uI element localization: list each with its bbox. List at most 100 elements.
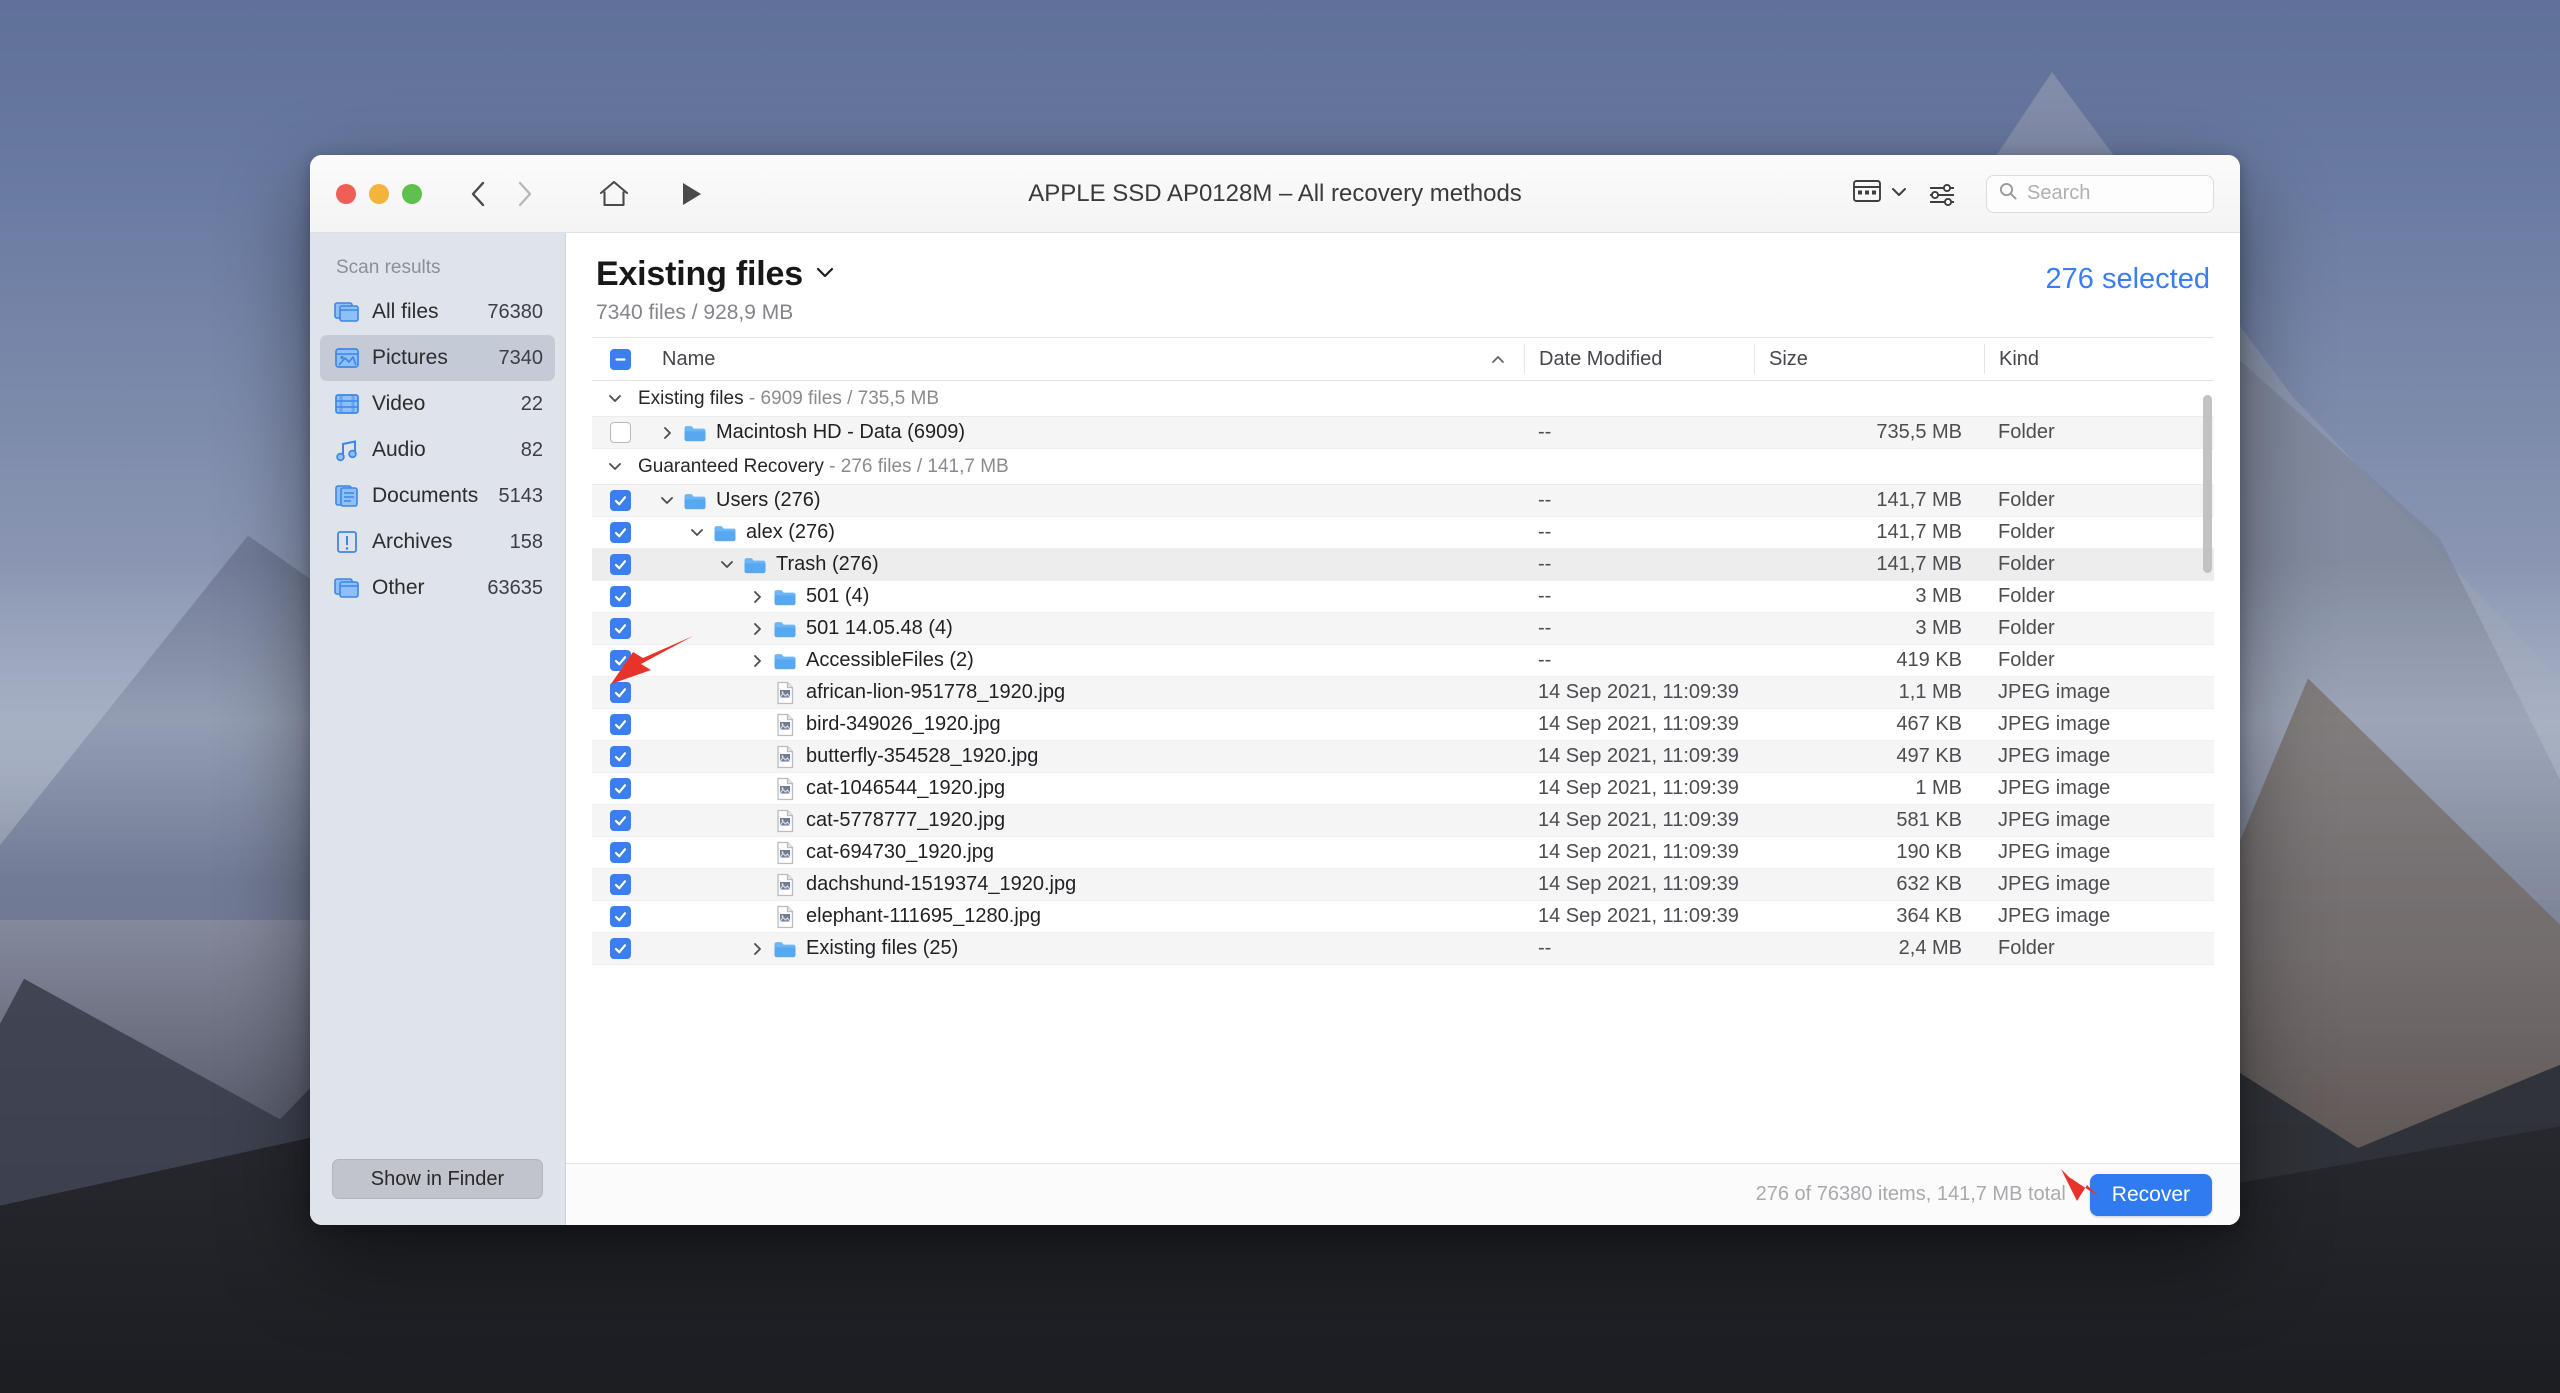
sidebar-title: Scan results <box>336 257 441 278</box>
table-row[interactable]: Macintosh HD - Data (6909) -- 735,5 MB Fold… <box>592 417 2214 449</box>
row-checkbox[interactable] <box>609 938 631 959</box>
table-row[interactable]: african-lion-951778_1920.jpg 14 Sep 2021,… <box>592 677 2214 709</box>
jpeg-file-icon <box>775 905 795 929</box>
sidebar-item-label: Other <box>372 576 425 599</box>
row-checkbox[interactable] <box>609 906 631 927</box>
table-group-header[interactable]: Guaranteed Recovery - 276 files / 141,7 … <box>592 449 2214 485</box>
twisty-collapsed-icon[interactable] <box>654 425 680 441</box>
row-checkbox[interactable] <box>609 490 631 511</box>
table-row[interactable]: cat-694730_1920.jpg 14 Sep 2021, 11:09:39… <box>592 837 2214 869</box>
sidebar-item-count: 5143 <box>498 484 544 507</box>
sidebar-item-count: 22 <box>520 392 543 415</box>
minimize-button[interactable] <box>369 183 389 204</box>
row-checkbox[interactable] <box>609 778 631 799</box>
table-row[interactable]: cat-1046544_1920.jpg 14 Sep 2021, 11:09:3… <box>592 773 2214 805</box>
row-checkbox[interactable] <box>609 650 631 671</box>
table-row[interactable]: 501 (4) -- 3 MB Folder <box>592 581 2214 613</box>
sidebar-item-other[interactable]: Other 63635 <box>320 565 555 611</box>
twisty-expanded-icon[interactable] <box>654 495 680 506</box>
table-row[interactable]: bird-349026_1920.jpg 14 Sep 2021, 11:09:3… <box>592 709 2214 741</box>
row-checkbox[interactable] <box>609 682 631 703</box>
row-kind: Folder <box>1998 617 2055 639</box>
folder-icon <box>710 523 740 543</box>
main-panel: Existing files 7340 files / 928,9 MB 276… <box>566 233 2240 1225</box>
column-header-size[interactable]: Size <box>1754 344 1984 374</box>
window-titlebar: APPLE SSD AP0128M – All recovery methods <box>310 155 2240 233</box>
close-button[interactable] <box>336 183 356 204</box>
table-row[interactable]: butterfly-354528_1920.jpg 14 Sep 2021, 11… <box>592 741 2214 773</box>
row-checkbox[interactable] <box>609 554 631 575</box>
vertical-scrollbar[interactable] <box>2203 395 2212 573</box>
selected-count-label: 276 selected <box>2045 263 2210 295</box>
column-header-date[interactable]: Date Modified <box>1524 344 1754 374</box>
row-checkbox[interactable] <box>609 746 631 767</box>
table-row[interactable]: Users (276) -- 141,7 MB Folder <box>592 485 2214 517</box>
chevron-right-icon[interactable] <box>506 176 542 212</box>
select-all-checkbox-cell <box>592 348 648 370</box>
documents-icon <box>334 483 360 509</box>
row-checkbox[interactable] <box>609 618 631 639</box>
home-icon[interactable] <box>592 174 636 214</box>
twisty-collapsed-icon[interactable] <box>744 941 770 957</box>
twisty-expanded-icon[interactable] <box>602 461 628 472</box>
table-row[interactable]: Existing files (25) -- 2,4 MB Folder <box>592 933 2214 965</box>
twisty-collapsed-icon[interactable] <box>744 589 770 605</box>
twisty-collapsed-icon[interactable] <box>744 621 770 637</box>
chevron-down-icon <box>1890 185 1908 203</box>
sliders-icon[interactable] <box>1920 174 1964 214</box>
file-table: Name Date Modified Size Kind Existing fi… <box>566 337 2240 1163</box>
play-icon[interactable] <box>670 174 714 214</box>
table-row[interactable]: alex (276) -- 141,7 MB Folder <box>592 517 2214 549</box>
files-icon <box>334 299 360 325</box>
sidebar-item-archives[interactable]: Archives 158 <box>320 519 555 565</box>
status-text: 276 of 76380 items, 141,7 MB total <box>1755 1183 2066 1205</box>
zoom-button[interactable] <box>402 183 422 204</box>
table-row[interactable]: Trash (276) -- 141,7 MB Folder <box>592 549 2214 581</box>
search-input[interactable]: Search <box>1986 174 2214 213</box>
column-header-kind[interactable]: Kind <box>1984 344 2214 374</box>
row-checkbox[interactable] <box>609 842 631 863</box>
row-checkbox[interactable] <box>609 422 631 443</box>
twisty-expanded-icon[interactable] <box>714 559 740 570</box>
row-date-modified: -- <box>1538 521 1552 543</box>
row-checkbox[interactable] <box>609 586 631 607</box>
row-checkbox[interactable] <box>609 874 631 895</box>
sidebar-item-audio[interactable]: Audio 82 <box>320 427 555 473</box>
sidebar-item-documents[interactable]: Documents 5143 <box>320 473 555 519</box>
row-size: 497 KB <box>1896 745 1962 767</box>
sidebar-item-pictures[interactable]: Pictures 7340 <box>320 335 555 381</box>
page-title-row[interactable]: Existing files <box>596 255 2046 294</box>
picture-icon <box>334 346 360 370</box>
table-row[interactable]: elephant-111695_1280.jpg 14 Sep 2021, 11:… <box>592 901 2214 933</box>
twisty-collapsed-icon[interactable] <box>744 653 770 669</box>
sidebar-item-video[interactable]: Video 22 <box>320 381 555 427</box>
row-file-name: cat-694730_1920.jpg <box>806 841 994 863</box>
twisty-expanded-icon[interactable] <box>602 393 628 404</box>
row-checkbox[interactable] <box>609 810 631 831</box>
view-options-button[interactable] <box>1846 178 1914 209</box>
chevron-down-icon[interactable] <box>814 265 836 284</box>
select-all-checkbox[interactable] <box>609 348 631 370</box>
chevron-left-icon[interactable] <box>460 176 496 212</box>
app-window: APPLE SSD AP0128M – All recovery methods <box>310 155 2240 1225</box>
audio-icon <box>334 438 360 462</box>
table-group-header[interactable]: Existing files - 6909 files / 735,5 MB <box>592 381 2214 417</box>
table-row[interactable]: dachshund-1519374_1920.jpg 14 Sep 2021, 1… <box>592 869 2214 901</box>
row-checkbox[interactable] <box>609 714 631 735</box>
row-checkbox[interactable] <box>609 522 631 543</box>
column-header-name-label: Name <box>662 347 716 370</box>
table-row[interactable]: cat-5778777_1920.jpg 14 Sep 2021, 11:09:3… <box>592 805 2214 837</box>
folder-icon <box>713 523 737 543</box>
table-row[interactable]: AccessibleFiles (2) -- 419 KB Folder <box>592 645 2214 677</box>
table-row[interactable]: 501 14.05.48 (4) -- 3 MB Folder <box>592 613 2214 645</box>
twisty-expanded-icon[interactable] <box>684 527 710 538</box>
recover-button[interactable]: Recover <box>2089 1173 2212 1216</box>
sidebar-item-all-files[interactable]: All files 76380 <box>320 289 555 335</box>
sidebar-item-count: 76380 <box>487 300 543 323</box>
row-size: 1 MB <box>1915 777 1962 799</box>
show-in-finder-button[interactable]: Show in Finder <box>332 1159 543 1199</box>
row-file-name: AccessibleFiles (2) <box>806 649 974 671</box>
row-size: 632 KB <box>1896 873 1962 895</box>
column-header-name[interactable]: Name <box>648 344 1524 374</box>
jpeg-file-icon <box>775 809 795 833</box>
